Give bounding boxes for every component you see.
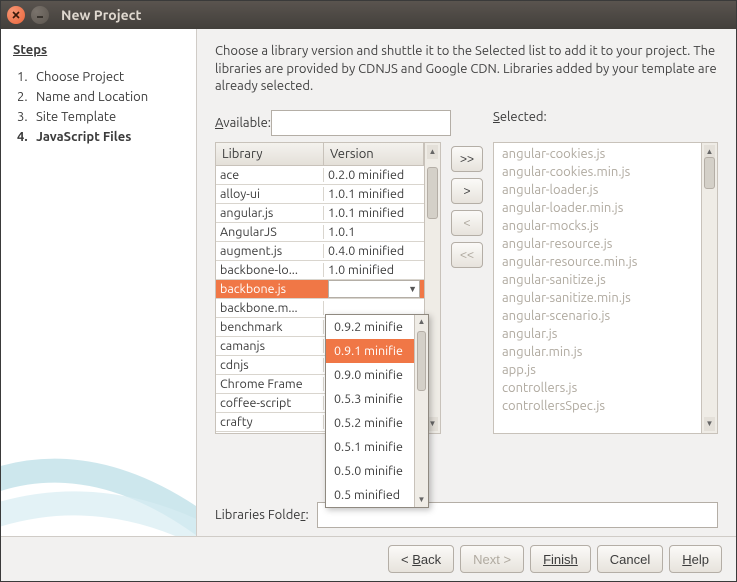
scroll-thumb[interactable] xyxy=(704,157,715,189)
scroll-down-icon[interactable]: ▼ xyxy=(704,417,715,431)
cell-library: backbone.js xyxy=(216,282,324,296)
cancel-button[interactable]: Cancel xyxy=(597,545,663,573)
minimize-icon[interactable] xyxy=(31,6,49,24)
table-row[interactable]: backbone.js 0.9.2 mini...▼ xyxy=(216,280,424,299)
cell-library: augment.js xyxy=(216,244,324,258)
steps-sidebar: Steps 1. Choose Project2. Name and Locat… xyxy=(1,29,197,536)
description-text: Choose a library version and shuttle it … xyxy=(215,43,718,96)
cell-library: coffee-script xyxy=(216,396,324,410)
selected-label: Selected: xyxy=(493,110,567,124)
window-title: New Project xyxy=(61,7,142,23)
scroll-down-icon[interactable]: ▼ xyxy=(416,494,427,506)
steps-heading: Steps xyxy=(13,43,184,57)
dropdown-option[interactable]: 0.5 minified xyxy=(326,483,414,507)
cell-version: 0.4.0 minified xyxy=(324,244,424,258)
step-item: 1. Choose Project xyxy=(17,67,184,87)
cell-library: camanjs xyxy=(216,339,324,353)
list-item[interactable]: controllersSpec.js xyxy=(494,397,701,415)
list-item[interactable]: angular-cookies.min.js xyxy=(494,163,701,181)
scroll-up-icon[interactable]: ▲ xyxy=(416,316,427,328)
version-combo[interactable]: 0.9.2 mini...▼ xyxy=(328,280,420,298)
step-item: 4. JavaScript Files xyxy=(17,127,184,147)
libraries-folder-label: Libraries Folder: xyxy=(215,508,309,522)
step-item: 3. Site Template xyxy=(17,107,184,127)
available-label: Available: xyxy=(215,116,271,130)
cell-library: backbone-lo... xyxy=(216,263,324,277)
scroll-up-icon[interactable]: ▲ xyxy=(427,145,438,159)
list-item[interactable]: angular-scenario.js xyxy=(494,307,701,325)
table-row[interactable]: alloy-ui1.0.1 minified xyxy=(216,185,424,204)
cell-version: 1.0.1 minified xyxy=(324,187,424,201)
dropdown-option[interactable]: 0.9.2 minifie xyxy=(326,315,414,339)
list-item[interactable]: controllers.js xyxy=(494,379,701,397)
list-item[interactable]: angular.min.js xyxy=(494,343,701,361)
list-item[interactable]: angular.js xyxy=(494,325,701,343)
move-right-button[interactable]: > xyxy=(451,178,483,204)
cell-library: alloy-ui xyxy=(216,187,324,201)
version-dropdown[interactable]: 0.9.2 minifie0.9.1 minifie0.9.0 minifie0… xyxy=(325,314,429,508)
dropdown-option[interactable]: 0.5.2 minifie xyxy=(326,411,414,435)
list-item[interactable]: angular-sanitize.js xyxy=(494,271,701,289)
table-row[interactable]: augment.js0.4.0 minified xyxy=(216,242,424,261)
col-header-library[interactable]: Library xyxy=(216,143,324,165)
table-row[interactable]: angular.js1.0.1 minified xyxy=(216,204,424,223)
list-item[interactable]: app.js xyxy=(494,361,701,379)
finish-button[interactable]: Finish xyxy=(530,545,591,573)
table-row[interactable]: AngularJS1.0.1 xyxy=(216,223,424,242)
footer-buttons: < Back Next > Finish Cancel Help xyxy=(1,536,736,581)
list-item[interactable]: angular-sanitize.min.js xyxy=(494,289,701,307)
scroll-thumb[interactable] xyxy=(417,331,426,391)
cell-version: 0.9.2 mini...▼ xyxy=(324,280,424,298)
close-icon[interactable] xyxy=(7,6,25,24)
list-item[interactable]: angular-loader.min.js xyxy=(494,199,701,217)
list-item[interactable]: angular-mocks.js xyxy=(494,217,701,235)
available-filter-input[interactable] xyxy=(271,110,451,136)
help-button[interactable]: Help xyxy=(669,545,722,573)
step-item: 2. Name and Location xyxy=(17,87,184,107)
next-button[interactable]: Next > xyxy=(460,545,524,573)
dropdown-scrollbar[interactable]: ▲ ▼ xyxy=(414,315,428,507)
cell-version: 1.0.1 xyxy=(324,225,424,239)
cell-version: 1.0.1 minified xyxy=(324,206,424,220)
cell-version: 0.2.0 minified xyxy=(324,168,424,182)
dropdown-option[interactable]: 0.5.0 minifie xyxy=(326,459,414,483)
scroll-thumb[interactable] xyxy=(427,167,438,219)
move-all-left-button[interactable]: << xyxy=(451,242,483,268)
cell-version: 1.0 minified xyxy=(324,263,424,277)
move-left-button[interactable]: < xyxy=(451,210,483,236)
chevron-down-icon: ▼ xyxy=(408,284,417,294)
cell-library: cdnjs xyxy=(216,358,324,372)
list-item[interactable]: angular-resource.min.js xyxy=(494,253,701,271)
selected-scrollbar[interactable]: ▲ ▼ xyxy=(701,143,717,433)
move-all-right-button[interactable]: >> xyxy=(451,146,483,172)
cell-library: ace xyxy=(216,168,324,182)
titlebar: New Project xyxy=(1,1,736,29)
selected-list[interactable]: angular-cookies.jsangular-cookies.min.js… xyxy=(493,142,718,434)
cell-library: AngularJS xyxy=(216,225,324,239)
dropdown-option[interactable]: 0.5.1 minifie xyxy=(326,435,414,459)
col-header-version[interactable]: Version xyxy=(324,143,424,165)
list-item[interactable]: angular-resource.js xyxy=(494,235,701,253)
cell-library: angular.js xyxy=(216,206,324,220)
dropdown-option[interactable]: 0.5.3 minifie xyxy=(326,387,414,411)
cell-library: backbone.m... xyxy=(216,301,324,315)
table-row[interactable]: ace0.2.0 minified xyxy=(216,166,424,185)
cell-library: crafty xyxy=(216,415,324,429)
dropdown-option[interactable]: 0.9.0 minifie xyxy=(326,363,414,387)
table-row[interactable]: backbone-lo...1.0 minified xyxy=(216,261,424,280)
list-item[interactable]: angular-cookies.js xyxy=(494,145,701,163)
list-item[interactable]: angular-loader.js xyxy=(494,181,701,199)
cell-library: Chrome Frame xyxy=(216,377,324,391)
shuttle-buttons: >> > < << xyxy=(451,142,483,492)
back-button[interactable]: < Back xyxy=(388,545,454,573)
cell-library: benchmark xyxy=(216,320,324,334)
dropdown-option[interactable]: 0.9.1 minifie xyxy=(326,339,414,363)
